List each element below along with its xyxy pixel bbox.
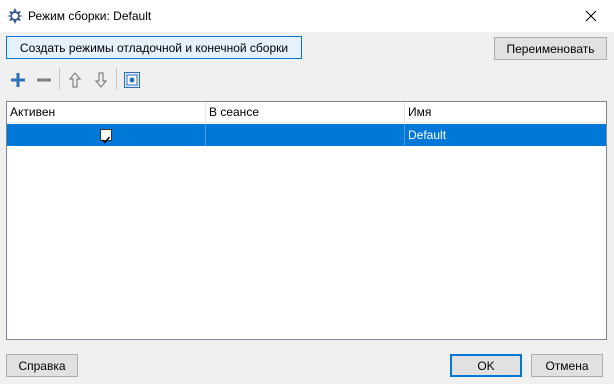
grid-header: Активен В сеансе Имя	[7, 102, 606, 123]
column-header-active[interactable]: Активен	[7, 102, 206, 122]
cell-active[interactable]	[7, 124, 206, 146]
column-header-name[interactable]: Имя	[405, 102, 606, 122]
cancel-button[interactable]: Отмена	[531, 354, 603, 377]
column-header-in-session[interactable]: В сеансе	[206, 102, 405, 122]
cell-name[interactable]: Default	[405, 124, 606, 146]
app-icon	[6, 7, 24, 25]
add-icon[interactable]	[8, 70, 28, 90]
remove-icon[interactable]	[34, 70, 54, 90]
config-icon[interactable]	[122, 70, 142, 90]
title-bar: Режим сборки: Default	[0, 0, 614, 32]
active-checkbox[interactable]	[100, 129, 112, 144]
toolbar-separator	[116, 68, 117, 90]
help-button[interactable]: Справка	[6, 354, 78, 377]
build-modes-grid: Активен В сеансе Имя Default	[6, 101, 607, 340]
create-debug-release-modes-button[interactable]: Создать режимы отладочной и конечной сбо…	[6, 36, 302, 59]
close-icon[interactable]	[568, 0, 614, 32]
move-up-icon[interactable]	[65, 70, 85, 90]
ok-button[interactable]: OK	[450, 354, 522, 377]
rename-button[interactable]: Переименовать	[494, 37, 607, 60]
cell-in-session[interactable]	[206, 124, 405, 146]
checkmark-icon	[102, 136, 111, 144]
table-row[interactable]: Default	[7, 124, 606, 146]
window-title: Режим сборки: Default	[28, 9, 152, 23]
toolbar-separator	[59, 68, 60, 90]
move-down-icon[interactable]	[91, 70, 111, 90]
